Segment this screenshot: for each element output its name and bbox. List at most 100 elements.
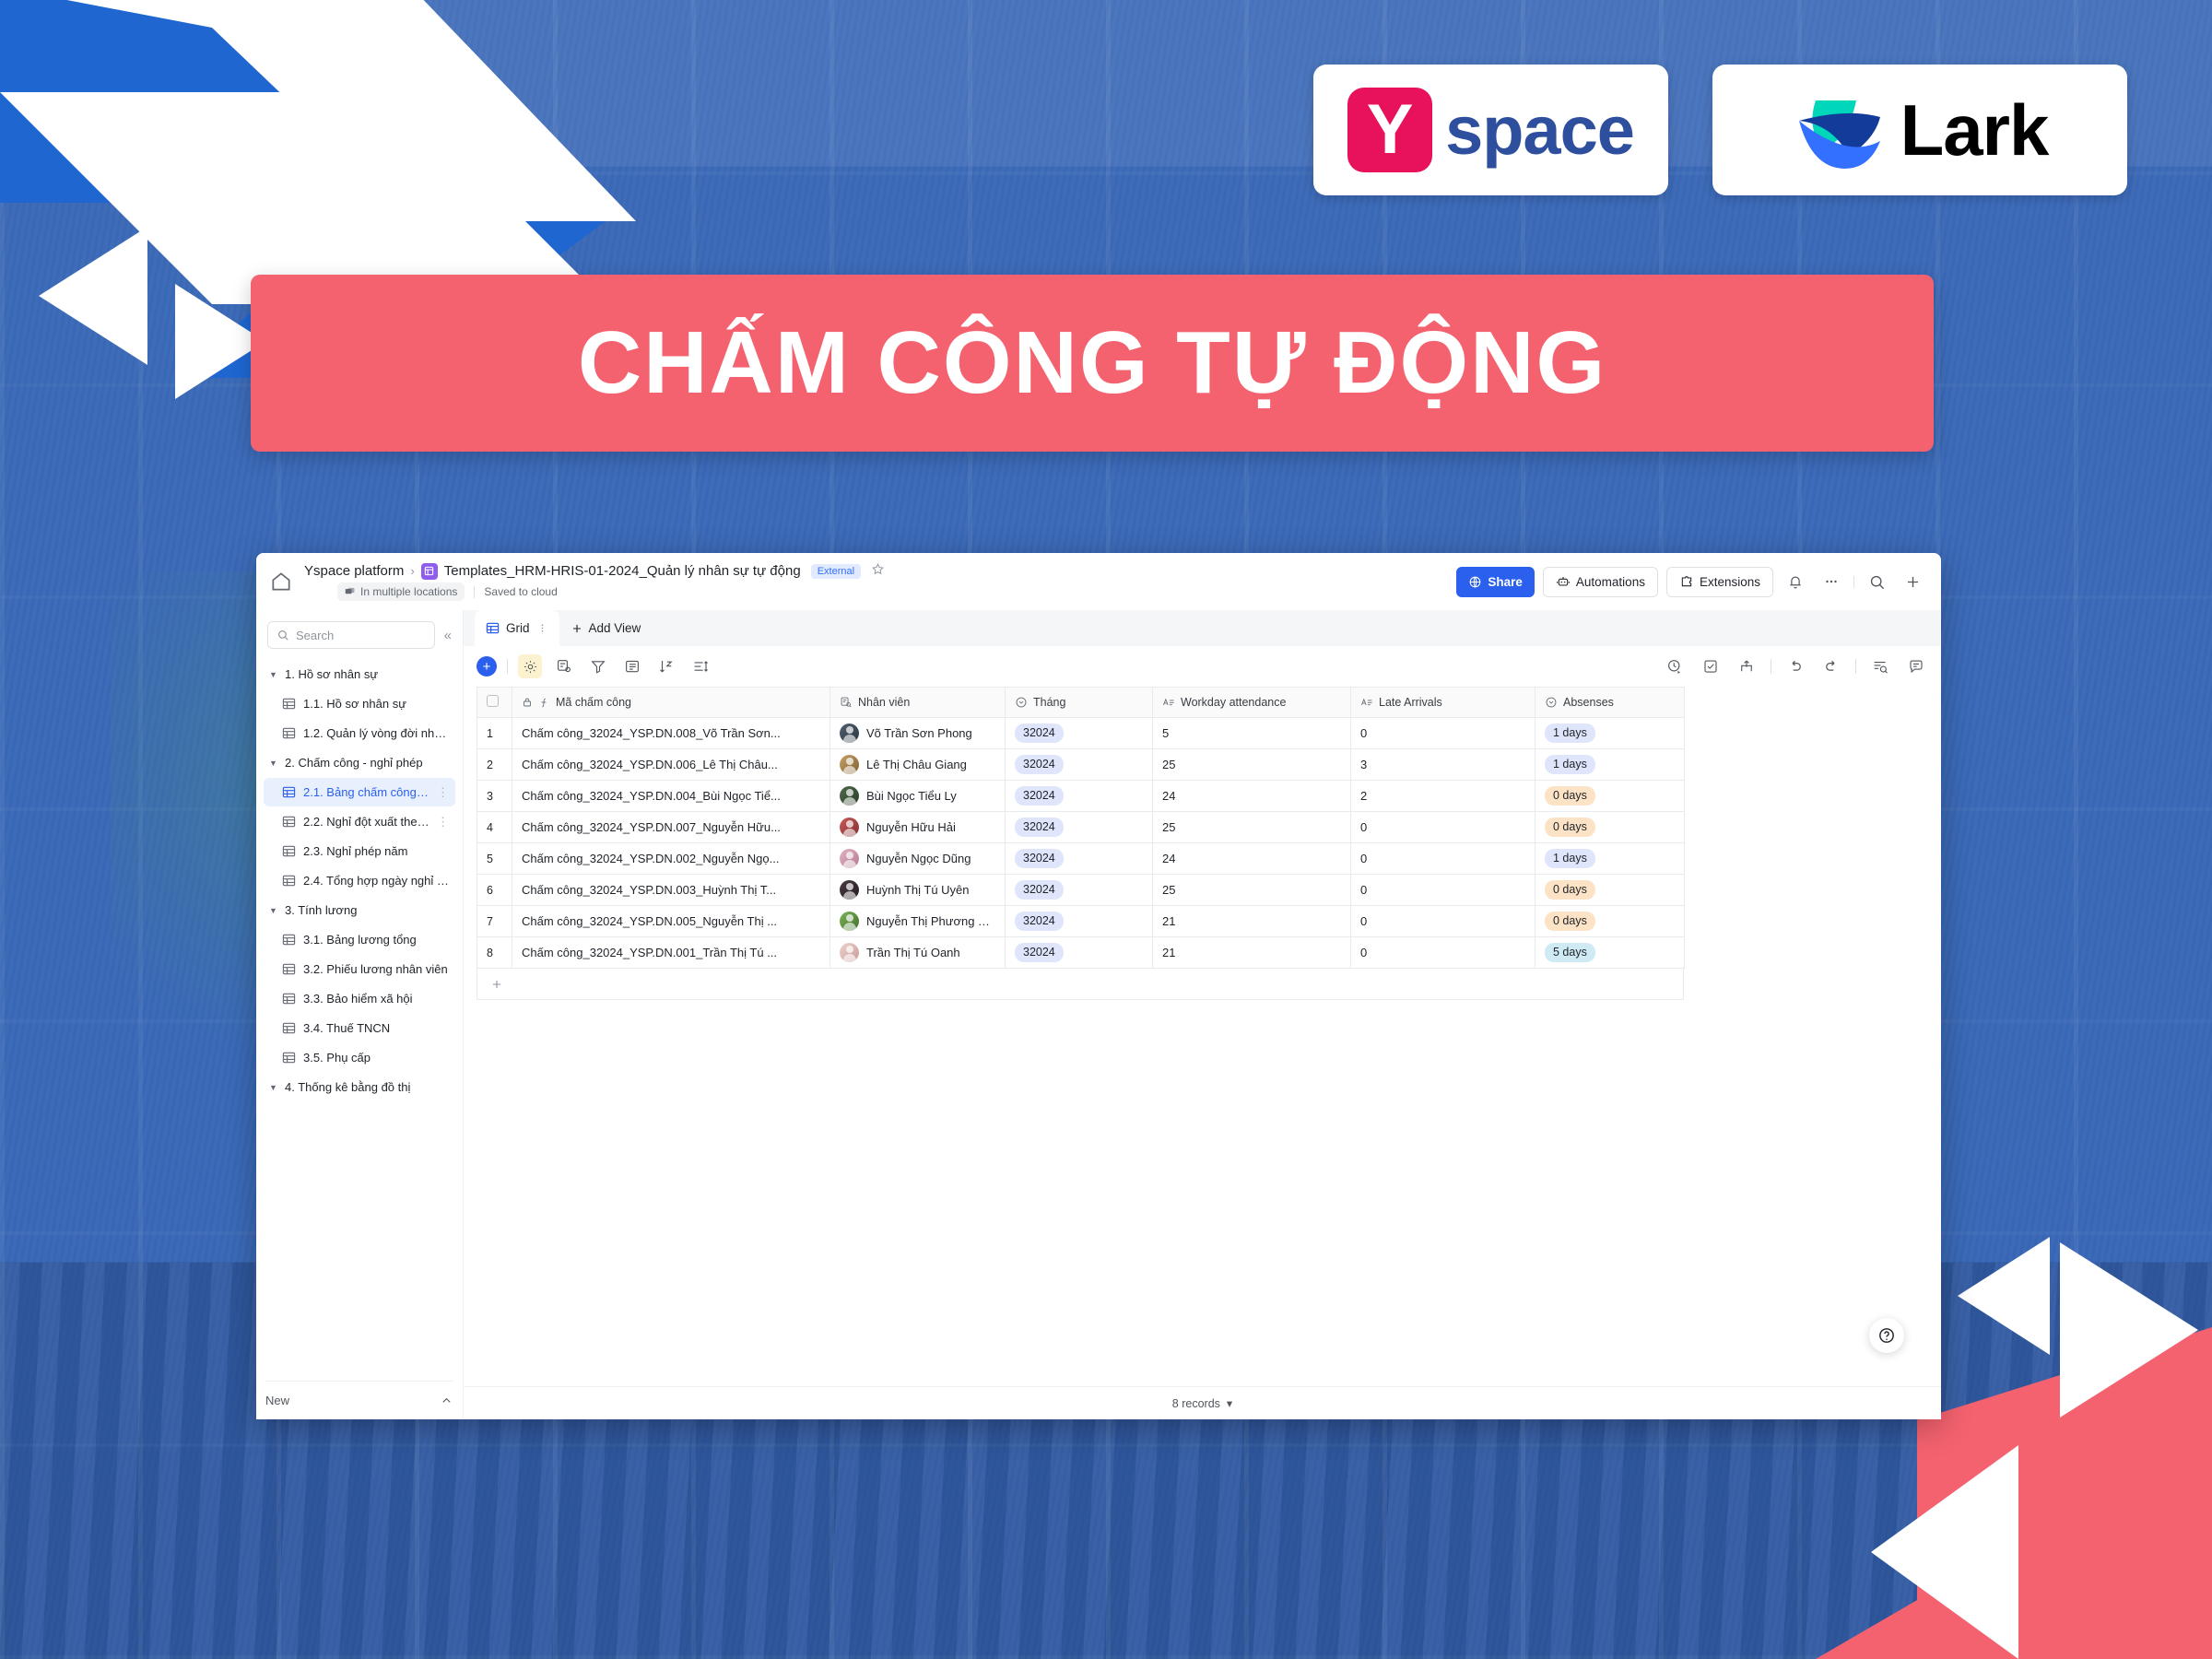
cell-workday-attendance[interactable]: 5: [1152, 717, 1351, 749]
cell-workday-attendance[interactable]: 25: [1152, 811, 1351, 843]
add-view-button[interactable]: Add View: [561, 610, 651, 646]
cell-employee[interactable]: Nguyễn Hữu Hải: [830, 811, 1006, 843]
cell-late-arrivals[interactable]: 0: [1350, 717, 1535, 749]
cell-code[interactable]: Chấm công_32024_YSP.DN.008_Võ Trần Sơn..…: [512, 717, 830, 749]
column-header-code[interactable]: Mã chấm công: [512, 687, 830, 718]
cell-employee[interactable]: Nguyễn Ngọc Dũng: [830, 842, 1006, 875]
table-row[interactable]: 2 Chấm công_32024_YSP.DN.006_Lê Thị Châu.…: [477, 748, 1685, 781]
extensions-button[interactable]: Extensions: [1665, 566, 1773, 597]
collapse-panel-icon[interactable]: «: [442, 628, 453, 643]
global-search-button[interactable]: [1863, 568, 1890, 595]
sidebar-item-2[interactable]: 1.2. Quản lý vòng đời nhân sự: [264, 719, 455, 747]
filter-icon[interactable]: [586, 654, 610, 678]
cell-late-arrivals[interactable]: 0: [1350, 936, 1535, 969]
sidebar-item-1[interactable]: 1.1. Hồ sơ nhân sự: [264, 689, 455, 718]
share-view-icon[interactable]: [1735, 654, 1759, 678]
cell-month[interactable]: 32024: [1005, 780, 1153, 812]
cell-month[interactable]: 32024: [1005, 811, 1153, 843]
table-row[interactable]: 7 Chấm công_32024_YSP.DN.005_Nguyễn Thị .…: [477, 905, 1685, 937]
cell-late-arrivals[interactable]: 0: [1350, 811, 1535, 843]
cell-absenses[interactable]: 0 days: [1535, 811, 1685, 843]
sidebar-item-11[interactable]: 3.3. Bảo hiểm xã hội: [264, 984, 455, 1013]
table-row[interactable]: 3 Chấm công_32024_YSP.DN.004_Bùi Ngọc Tiể…: [477, 780, 1685, 812]
cell-absenses[interactable]: 0 days: [1535, 780, 1685, 812]
sidebar-new-button[interactable]: New: [265, 1381, 453, 1419]
cell-month[interactable]: 32024: [1005, 905, 1153, 937]
field-config-icon[interactable]: [552, 654, 576, 678]
history-icon[interactable]: [1663, 654, 1687, 678]
cell-code[interactable]: Chấm công_32024_YSP.DN.005_Nguyễn Thị ..…: [512, 905, 830, 937]
cell-workday-attendance[interactable]: 21: [1152, 936, 1351, 969]
cell-code[interactable]: Chấm công_32024_YSP.DN.004_Bùi Ngọc Tiể.…: [512, 780, 830, 812]
cell-late-arrivals[interactable]: 0: [1350, 842, 1535, 875]
sidebar-item-9[interactable]: 3.1. Bảng lương tổng: [264, 925, 455, 954]
add-button[interactable]: [1899, 568, 1926, 595]
table-row[interactable]: 6 Chấm công_32024_YSP.DN.003_Huỳnh Thị T.…: [477, 874, 1685, 906]
caret-down-icon[interactable]: ▼: [269, 670, 278, 679]
cell-late-arrivals[interactable]: 2: [1350, 780, 1535, 812]
cell-workday-attendance[interactable]: 25: [1152, 874, 1351, 906]
tab-grid[interactable]: Grid: [475, 610, 559, 646]
table-row[interactable]: 5 Chấm công_32024_YSP.DN.002_Nguyễn Ngọ..…: [477, 842, 1685, 875]
sidebar-item-10[interactable]: 3.2. Phiếu lương nhân viên: [264, 955, 455, 983]
cell-code[interactable]: Chấm công_32024_YSP.DN.001_Trần Thị Tú .…: [512, 936, 830, 969]
document-title[interactable]: Templates_HRM-HRIS-01-2024_Quản lý nhân …: [444, 563, 801, 579]
select-all-checkbox[interactable]: [487, 695, 499, 707]
cell-workday-attendance[interactable]: 24: [1152, 780, 1351, 812]
cell-code[interactable]: Chấm công_32024_YSP.DN.006_Lê Thị Châu..…: [512, 748, 830, 781]
settings-gear-icon[interactable]: [518, 654, 542, 678]
group-icon[interactable]: [620, 654, 644, 678]
cell-code[interactable]: Chấm công_32024_YSP.DN.007_Nguyễn Hữu...: [512, 811, 830, 843]
location-chip[interactable]: In multiple locations: [337, 582, 465, 601]
table-row[interactable]: 8 Chấm công_32024_YSP.DN.001_Trần Thị Tú …: [477, 936, 1685, 969]
cell-late-arrivals[interactable]: 0: [1350, 874, 1535, 906]
sidebar-item-5[interactable]: 2.2. Nghỉ đột xuất theo ... ⋮: [264, 807, 455, 836]
sidebar-item-menu-icon[interactable]: ⋮: [437, 785, 450, 800]
sidebar-item-menu-icon[interactable]: ⋮: [437, 815, 450, 830]
cell-absenses[interactable]: 1 days: [1535, 842, 1685, 875]
table-row[interactable]: 4 Chấm công_32024_YSP.DN.007_Nguyễn Hữu..…: [477, 811, 1685, 843]
sort-az-icon[interactable]: [654, 654, 678, 678]
sidebar-group-8[interactable]: ▼ 3. Tính lương: [264, 896, 455, 924]
column-header-employee[interactable]: Nhân viên: [830, 687, 1006, 718]
cell-code[interactable]: Chấm công_32024_YSP.DN.002_Nguyễn Ngọ...: [512, 842, 830, 875]
cell-workday-attendance[interactable]: 21: [1152, 905, 1351, 937]
comment-icon[interactable]: [1904, 654, 1928, 678]
cell-code[interactable]: Chấm công_32024_YSP.DN.003_Huỳnh Thị T..…: [512, 874, 830, 906]
cell-month[interactable]: 32024: [1005, 936, 1153, 969]
sidebar-group-14[interactable]: ▼ 4. Thống kê bằng đồ thị: [264, 1073, 455, 1101]
cell-month[interactable]: 32024: [1005, 748, 1153, 781]
sidebar-item-6[interactable]: 2.3. Nghỉ phép năm: [264, 837, 455, 865]
cell-month[interactable]: 32024: [1005, 842, 1153, 875]
help-button[interactable]: [1869, 1318, 1904, 1353]
more-options-button[interactable]: [1818, 568, 1845, 595]
cell-employee[interactable]: Trần Thị Tú Oanh: [830, 936, 1006, 969]
cell-absenses[interactable]: 1 days: [1535, 748, 1685, 781]
record-count-caret-icon[interactable]: ▾: [1227, 1396, 1232, 1410]
caret-down-icon[interactable]: ▼: [269, 1083, 278, 1092]
column-header-month[interactable]: Tháng: [1005, 687, 1153, 718]
cell-workday-attendance[interactable]: 24: [1152, 842, 1351, 875]
cell-absenses[interactable]: 0 days: [1535, 905, 1685, 937]
table-row[interactable]: 1 Chấm công_32024_YSP.DN.008_Võ Trần Sơn.…: [477, 717, 1685, 749]
tab-menu-icon[interactable]: [536, 622, 548, 634]
cell-employee[interactable]: Võ Trần Sơn Phong: [830, 717, 1006, 749]
cell-absenses[interactable]: 1 days: [1535, 717, 1685, 749]
column-header-late-arrivals[interactable]: Late Arrivals: [1350, 687, 1535, 718]
sidebar-item-13[interactable]: 3.5. Phụ cấp: [264, 1043, 455, 1072]
table-scroll-area[interactable]: Mã chấm công Nhân viên Tháng Workday att…: [464, 687, 1941, 1386]
search-record-icon[interactable]: [1868, 654, 1892, 678]
cell-employee[interactable]: Lê Thị Châu Giang: [830, 748, 1006, 781]
caret-down-icon[interactable]: ▼: [269, 759, 278, 768]
sidebar-item-7[interactable]: 2.4. Tổng hợp ngày nghỉ tro...: [264, 866, 455, 895]
cell-late-arrivals[interactable]: 3: [1350, 748, 1535, 781]
column-header-workday-attendance[interactable]: Workday attendance: [1152, 687, 1351, 718]
sidebar-group-0[interactable]: ▼ 1. Hồ sơ nhân sự: [264, 660, 455, 688]
notifications-button[interactable]: [1782, 568, 1809, 595]
home-icon[interactable]: [269, 570, 293, 594]
undo-icon[interactable]: [1783, 654, 1807, 678]
cell-employee[interactable]: Huỳnh Thị Tú Uyên: [830, 874, 1006, 906]
redo-icon[interactable]: [1819, 654, 1843, 678]
search-input[interactable]: Search: [267, 621, 435, 649]
caret-down-icon[interactable]: ▼: [269, 906, 278, 915]
